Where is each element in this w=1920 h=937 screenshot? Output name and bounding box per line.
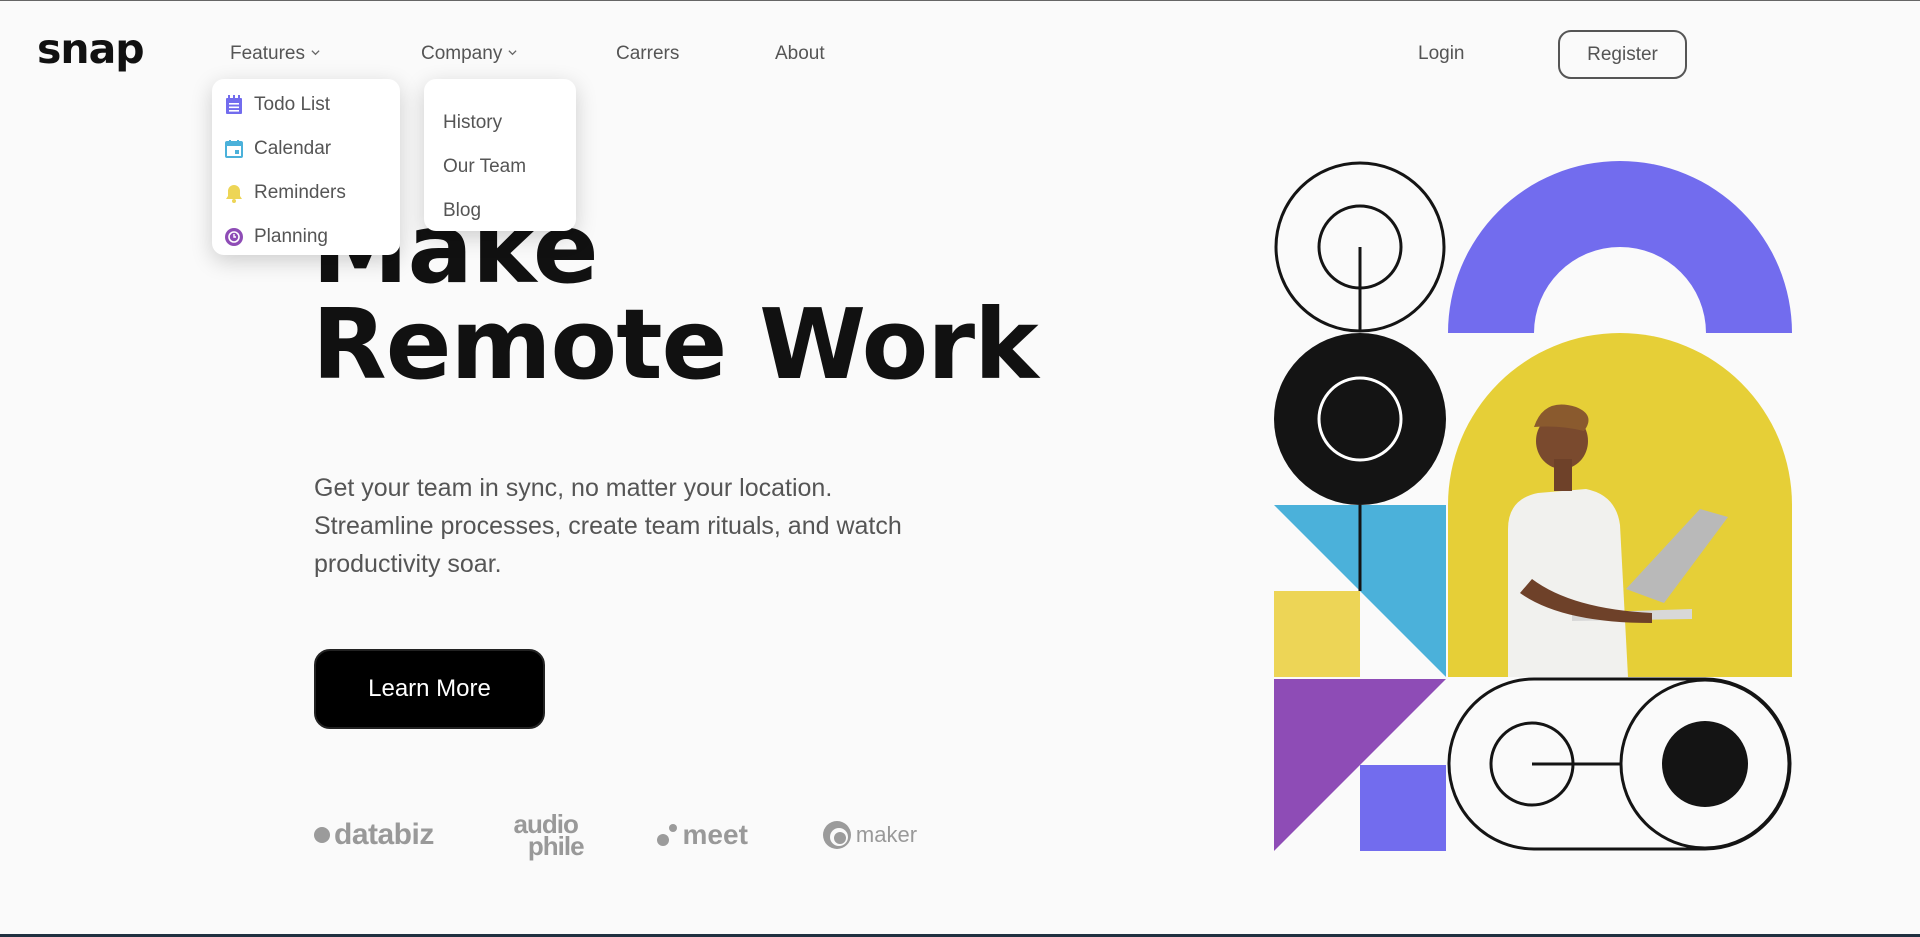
pill-toggle-shape xyxy=(1447,677,1792,851)
menu-item-planning[interactable]: Planning xyxy=(224,215,400,259)
learn-more-button[interactable]: Learn More xyxy=(314,649,545,729)
client-meet-label: meet xyxy=(682,819,748,850)
hero-title-line1: Make xyxy=(312,192,599,305)
chevron-down-icon xyxy=(311,50,320,56)
purple-square-shape xyxy=(1360,765,1446,851)
client-logo-meet: meet xyxy=(656,819,748,851)
bell-icon xyxy=(226,185,242,203)
nav-careers-label: Carrers xyxy=(616,43,680,64)
menu-item-label: Calendar xyxy=(254,138,332,159)
hero-title-line2: Remote Work xyxy=(312,288,1039,401)
black-ring-shape xyxy=(1274,333,1446,505)
purple-arch-shape xyxy=(1448,161,1792,333)
landing-page: snap Features Company Carrers About Logi… xyxy=(0,0,1920,937)
nav-company[interactable]: Company xyxy=(421,43,517,65)
menu-item-label: Todo List xyxy=(254,94,331,115)
client-audiophile-bottom: phile xyxy=(527,831,585,861)
databiz-dot-icon xyxy=(314,827,330,843)
outlined-target-shape xyxy=(1274,161,1446,333)
yellow-square-shape xyxy=(1274,591,1360,677)
maker-swirl-icon xyxy=(822,821,851,849)
nav-about-label: About xyxy=(775,43,825,64)
client-logos: databiz audio phile meet maker xyxy=(314,811,917,861)
todo-icon xyxy=(226,95,242,114)
menu-item-reminders[interactable]: Reminders xyxy=(224,171,400,215)
menu-item-our-team[interactable]: Our Team xyxy=(443,145,576,189)
menu-item-label: Planning xyxy=(254,226,328,247)
hero-description: Get your team in sync, no matter your lo… xyxy=(314,474,902,578)
menu-item-calendar[interactable]: Calendar xyxy=(224,127,400,171)
nav-company-label: Company xyxy=(421,43,503,64)
login-link[interactable]: Login xyxy=(1418,43,1465,65)
planning-icon xyxy=(225,228,243,246)
menu-item-label: Reminders xyxy=(254,182,346,203)
nav-careers[interactable]: Carrers xyxy=(616,43,679,65)
menu-item-label: Blog xyxy=(443,200,482,221)
features-dropdown-menu: Todo List Calendar Reminders Planning xyxy=(212,79,400,255)
meet-dots-icon xyxy=(656,824,677,846)
nav-about[interactable]: About xyxy=(775,43,825,65)
menu-item-history[interactable]: History xyxy=(443,101,576,145)
client-logo-audiophile: audio phile xyxy=(508,811,585,861)
menu-item-todo-list[interactable]: Todo List xyxy=(224,83,400,127)
nav-features[interactable]: Features xyxy=(230,43,320,65)
menu-item-label: Our Team xyxy=(443,156,527,177)
logo[interactable]: snap xyxy=(37,25,145,73)
calendar-icon xyxy=(225,140,243,158)
client-logo-maker: maker xyxy=(822,820,917,850)
register-button[interactable]: Register xyxy=(1558,30,1687,79)
hero-title: Make Remote Work xyxy=(312,192,1039,401)
client-databiz-label: databiz xyxy=(334,818,434,851)
client-logo-databiz: databiz xyxy=(314,818,434,852)
chevron-down-icon xyxy=(508,50,517,56)
hero-illustration xyxy=(1274,161,1792,851)
menu-item-blog[interactable]: Blog xyxy=(443,189,576,233)
company-dropdown-menu: History Our Team Blog xyxy=(424,79,576,231)
client-maker-label: maker xyxy=(855,822,918,847)
nav-features-label: Features xyxy=(230,43,305,64)
person-photo xyxy=(1448,333,1792,677)
menu-item-label: History xyxy=(443,112,503,133)
